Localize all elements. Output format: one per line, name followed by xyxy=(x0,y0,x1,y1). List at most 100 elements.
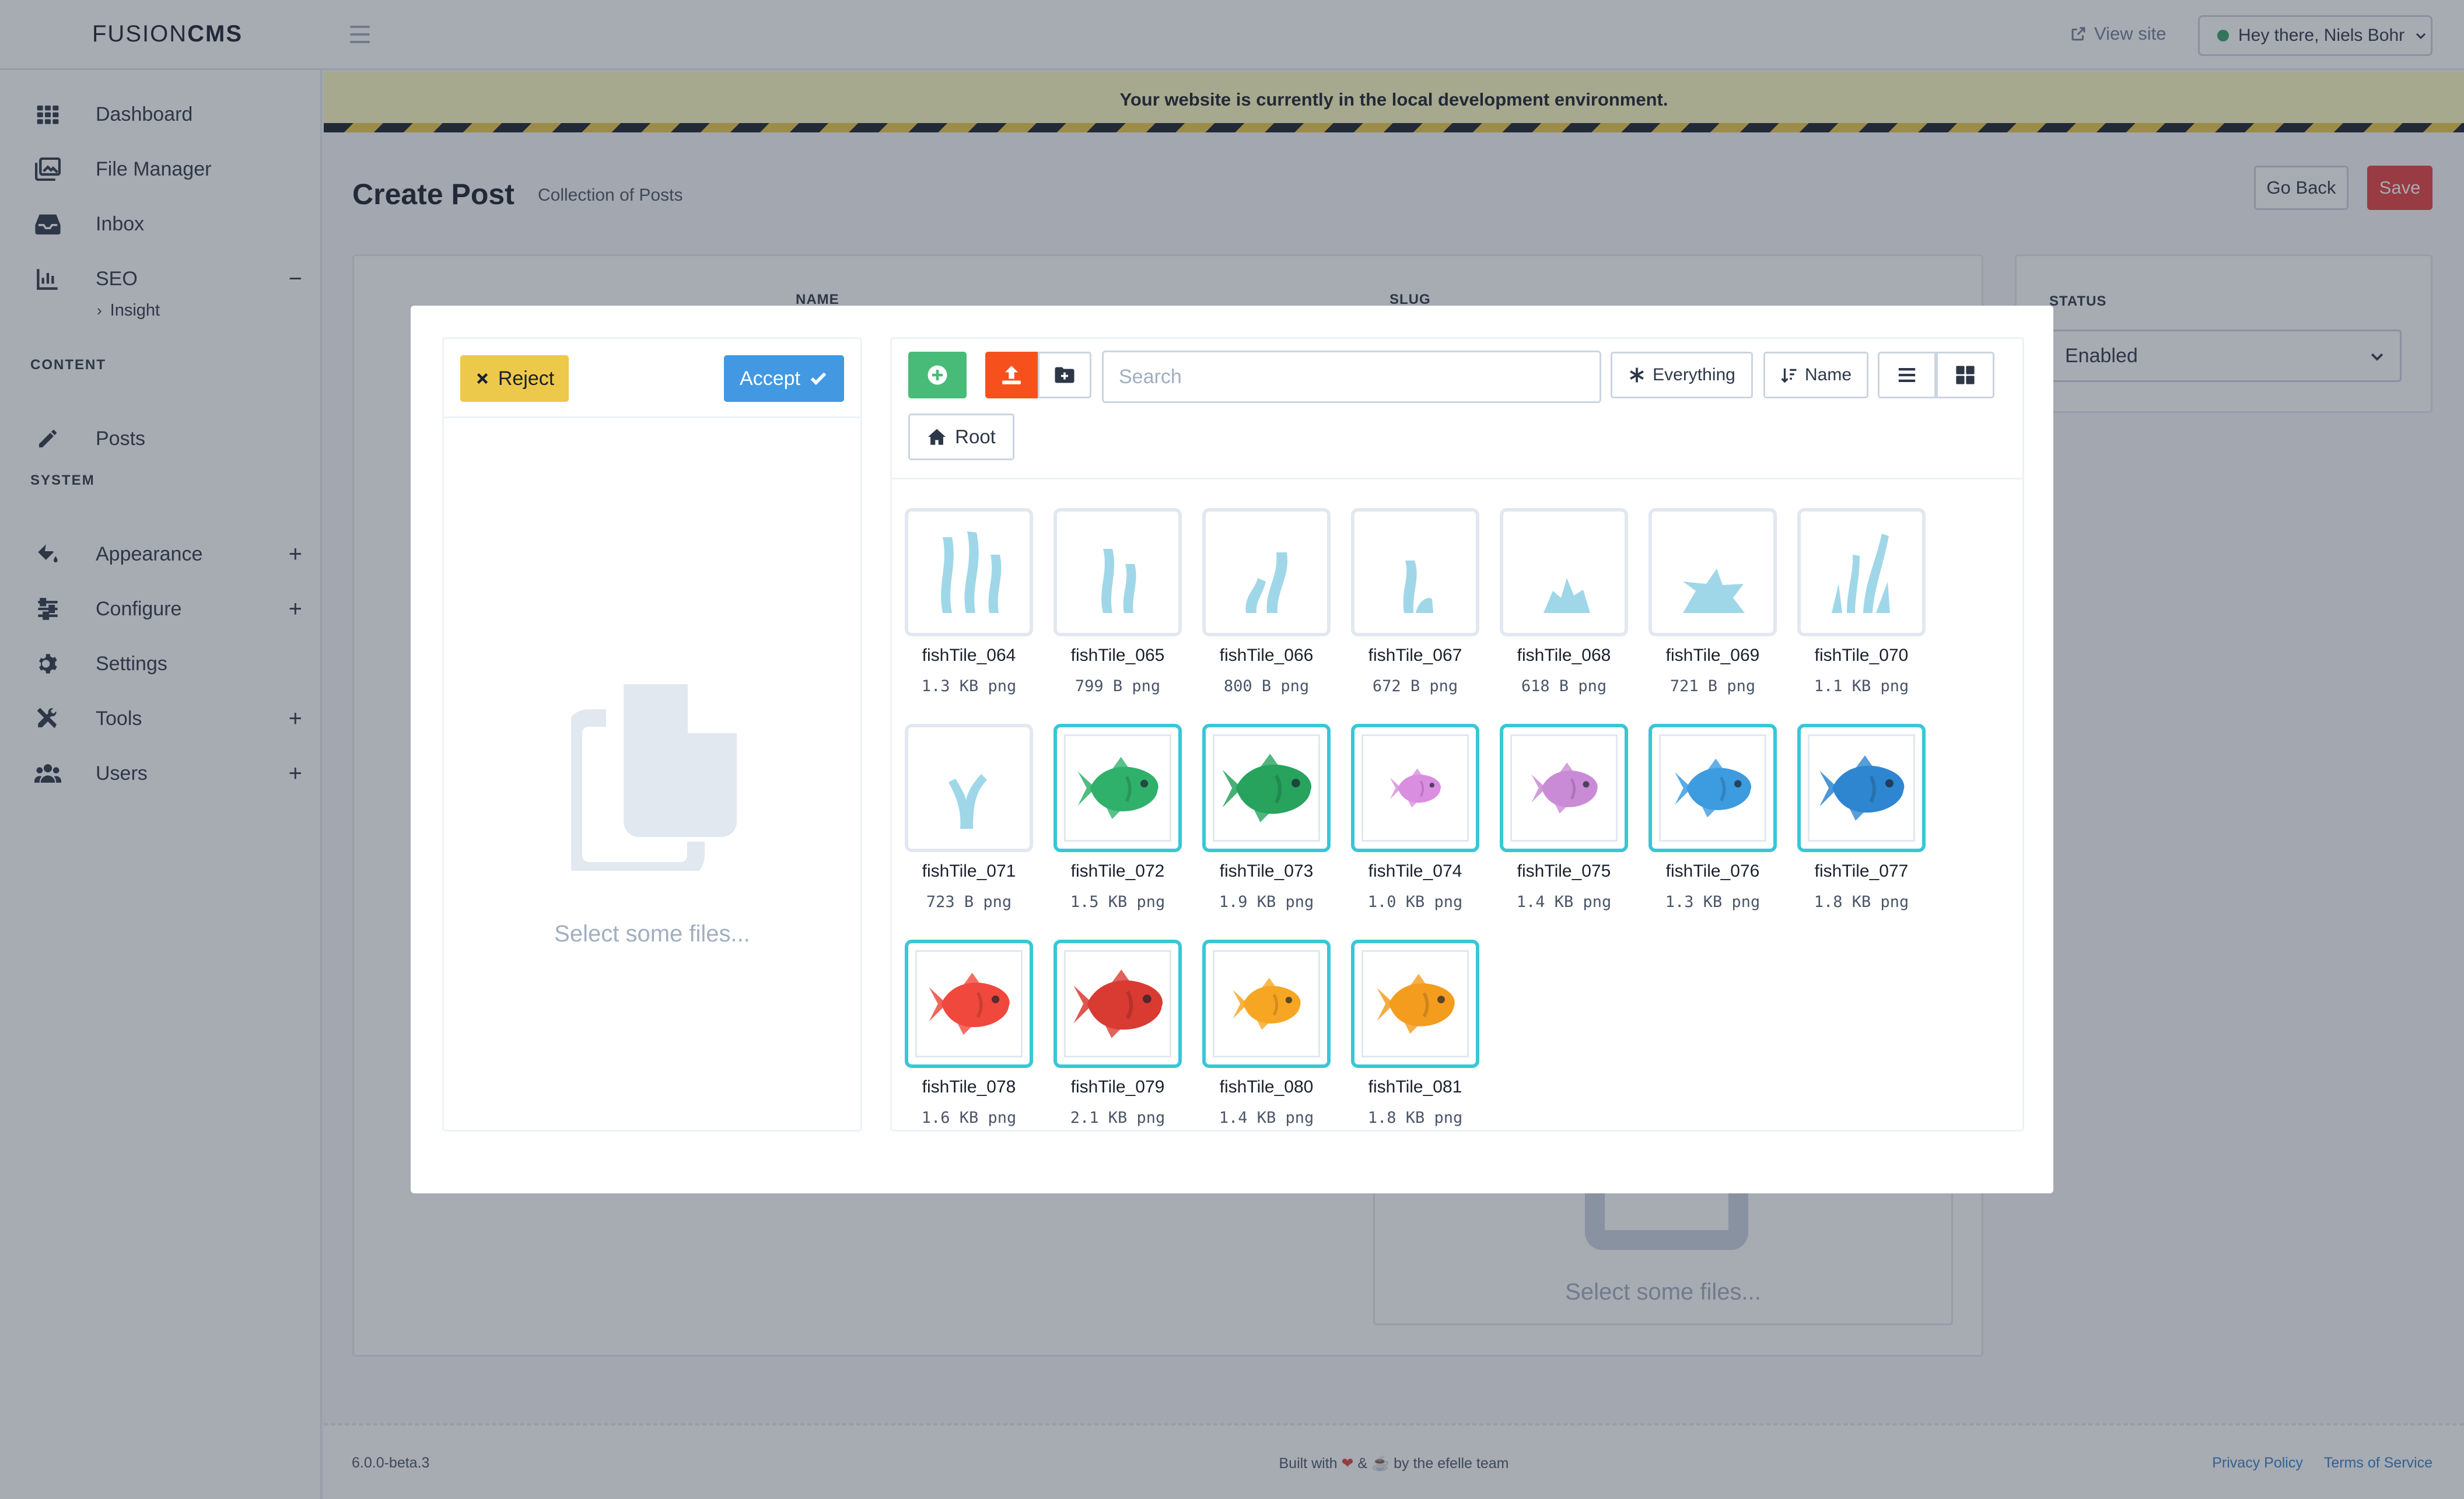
fish-icon xyxy=(1233,978,1301,1030)
seaweed-icon xyxy=(1403,561,1433,613)
file-thumbnail[interactable] xyxy=(1500,508,1628,636)
fish-icon xyxy=(1377,973,1455,1034)
thumbnail-frame xyxy=(1659,734,1766,842)
sort-icon xyxy=(1781,368,1797,383)
file-name: fishTile_080 xyxy=(1219,1077,1314,1097)
file-meta: 1.9 KB png xyxy=(1219,893,1314,911)
file-thumbnail[interactable] xyxy=(905,508,1033,636)
thumbnail-frame xyxy=(915,950,1023,1057)
file-meta: 1.8 KB png xyxy=(1814,893,1909,911)
file-tile[interactable]: fishTile_073 1.9 KB png xyxy=(1202,724,1331,911)
file-tile[interactable]: fishTile_077 1.8 KB png xyxy=(1797,724,1926,911)
empty-files-icon xyxy=(571,684,737,871)
asterisk-icon xyxy=(1630,367,1644,383)
file-tile[interactable]: fishTile_068 618 B png xyxy=(1500,508,1628,695)
file-meta: 2.1 KB png xyxy=(1070,1109,1166,1127)
thumbnail-frame xyxy=(1510,734,1618,842)
fish-icon xyxy=(1222,754,1312,822)
list-view-button[interactable] xyxy=(1878,352,1936,398)
seaweed-icon xyxy=(1683,569,1745,613)
file-name: fishTile_078 xyxy=(922,1077,1016,1097)
fish-icon xyxy=(1077,756,1158,819)
fish-icon xyxy=(1073,969,1163,1038)
thumbnail-frame xyxy=(1808,734,1915,842)
file-tile[interactable]: fishTile_065 799 B png xyxy=(1054,508,1182,695)
file-meta: 1.4 KB png xyxy=(1219,1109,1314,1127)
file-tile[interactable]: fishTile_067 672 B png xyxy=(1351,508,1479,695)
file-tile[interactable]: fishTile_064 1.3 KB png xyxy=(905,508,1033,695)
sort-dropdown[interactable]: Name xyxy=(1763,352,1868,398)
file-thumbnail-selected[interactable] xyxy=(1054,724,1182,852)
file-name: fishTile_066 xyxy=(1219,646,1314,665)
file-tile[interactable]: fishTile_070 1.1 KB png xyxy=(1797,508,1926,695)
file-tile[interactable]: fishTile_081 1.8 KB png xyxy=(1351,940,1479,1127)
file-thumbnail-selected[interactable] xyxy=(1202,724,1331,852)
seaweed-icon xyxy=(949,774,987,829)
file-meta: 1.1 KB png xyxy=(1814,677,1909,695)
home-icon xyxy=(928,429,946,445)
file-tile[interactable]: fishTile_074 1.0 KB png xyxy=(1351,724,1479,911)
file-name: fishTile_081 xyxy=(1368,1077,1462,1097)
file-tile[interactable]: fishTile_066 800 B png xyxy=(1202,508,1331,695)
fish-icon xyxy=(1675,758,1752,818)
file-meta: 1.6 KB png xyxy=(921,1109,1017,1127)
file-thumbnail[interactable] xyxy=(1648,508,1777,636)
file-thumbnail-selected[interactable] xyxy=(1648,724,1777,852)
thumbnail-frame xyxy=(1362,950,1469,1057)
file-thumbnail[interactable] xyxy=(905,724,1033,852)
file-tile[interactable]: fishTile_075 1.4 KB png xyxy=(1500,724,1628,911)
folder-plus-icon xyxy=(1055,367,1074,383)
accept-button[interactable]: Accept xyxy=(724,355,844,402)
file-thumbnail-selected[interactable] xyxy=(905,940,1033,1068)
file-thumbnail[interactable] xyxy=(1202,508,1331,636)
file-name: fishTile_065 xyxy=(1070,646,1165,665)
file-meta: 1.8 KB png xyxy=(1367,1109,1463,1127)
file-thumbnail-selected[interactable] xyxy=(1797,724,1926,852)
upload-icon xyxy=(1002,366,1021,384)
file-name: fishTile_073 xyxy=(1219,861,1314,881)
file-tile[interactable]: fishTile_079 2.1 KB png xyxy=(1054,940,1182,1127)
fish-icon xyxy=(1390,768,1441,808)
file-thumbnail-selected[interactable] xyxy=(1351,940,1479,1068)
grid-view-button[interactable] xyxy=(1936,352,1994,398)
fish-icon xyxy=(929,972,1010,1035)
search-input[interactable] xyxy=(1102,351,1601,403)
selection-panel-header: Reject Accept xyxy=(444,339,860,418)
file-meta: 672 B png xyxy=(1372,677,1458,695)
selection-panel: Reject Accept Select some files... xyxy=(442,337,862,1132)
seaweed-icon xyxy=(1101,549,1136,613)
filter-dropdown[interactable]: Everything xyxy=(1611,352,1753,398)
file-tile[interactable]: fishTile_080 1.4 KB png xyxy=(1202,940,1331,1127)
file-name: fishTile_075 xyxy=(1517,861,1611,881)
file-tile[interactable]: fishTile_069 721 B png xyxy=(1648,508,1777,695)
fish-icon xyxy=(1531,762,1598,814)
upload-button[interactable] xyxy=(985,352,1038,398)
file-tile[interactable]: fishTile_076 1.3 KB png xyxy=(1648,724,1777,911)
file-meta: 1.3 KB png xyxy=(921,677,1017,695)
file-thumbnail-selected[interactable] xyxy=(1500,724,1628,852)
file-thumbnail-selected[interactable] xyxy=(1351,724,1479,852)
file-name: fishTile_076 xyxy=(1665,861,1760,881)
file-name: fishTile_079 xyxy=(1070,1077,1165,1097)
new-folder-button[interactable] xyxy=(1038,352,1091,398)
file-thumbnail[interactable] xyxy=(1351,508,1479,636)
file-browser: Everything Name Root fishTile_064 1.3 KB … xyxy=(890,337,2024,1132)
grid-view-icon xyxy=(1956,366,1975,384)
file-thumbnail-selected[interactable] xyxy=(1054,940,1182,1068)
thumbnail-frame xyxy=(1064,734,1171,842)
file-tile[interactable]: fishTile_078 1.6 KB png xyxy=(905,940,1033,1127)
empty-selection-text: Select some files... xyxy=(554,921,750,947)
breadcrumb-root-button[interactable]: Root xyxy=(908,414,1014,460)
reject-button[interactable]: Reject xyxy=(460,355,569,402)
file-thumbnail[interactable] xyxy=(1054,508,1182,636)
file-meta: 799 B png xyxy=(1074,677,1161,695)
new-file-button[interactable] xyxy=(908,352,967,398)
close-icon xyxy=(477,373,488,384)
file-thumbnail[interactable] xyxy=(1797,508,1926,636)
file-name: fishTile_067 xyxy=(1368,646,1462,665)
seaweed-icon xyxy=(1245,552,1287,613)
file-tile[interactable]: fishTile_071 723 B png xyxy=(905,724,1033,911)
file-tile[interactable]: fishTile_072 1.5 KB png xyxy=(1054,724,1182,911)
file-thumbnail-selected[interactable] xyxy=(1202,940,1331,1068)
file-meta: 723 B png xyxy=(926,893,1012,911)
